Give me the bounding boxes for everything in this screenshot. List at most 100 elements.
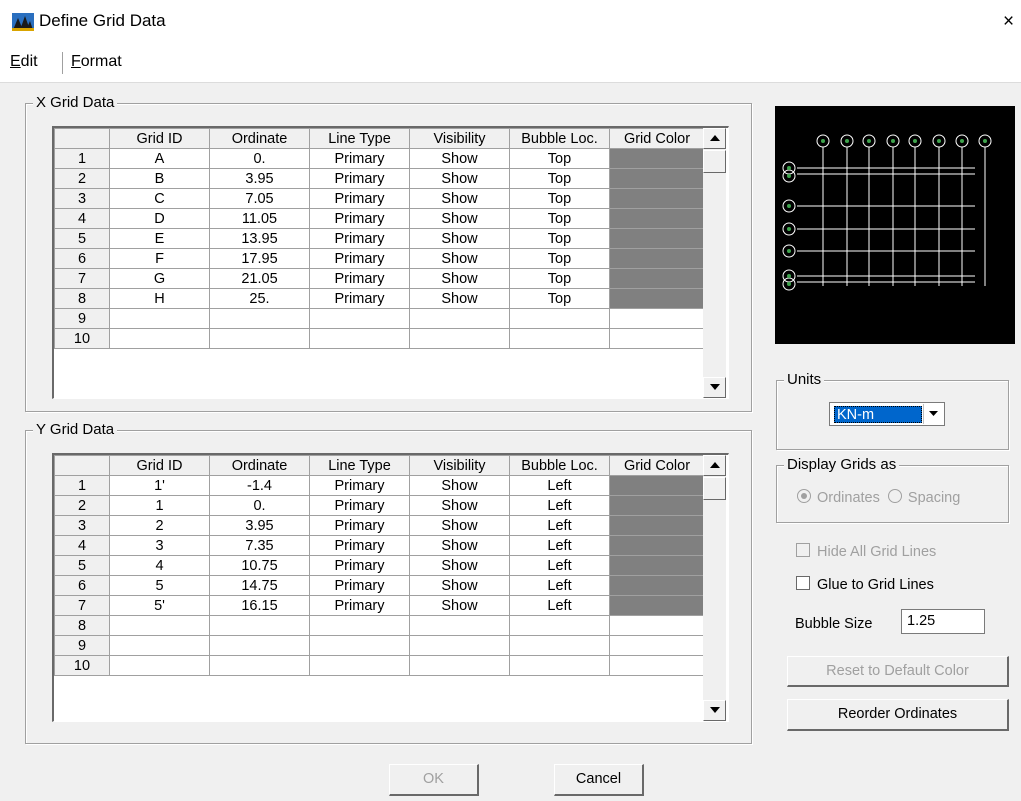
table-cell[interactable]: Show [409, 148, 510, 169]
table-cell[interactable]: Primary [309, 495, 410, 516]
table-cell[interactable]: Show [409, 228, 510, 249]
table-row[interactable]: 9 [54, 635, 705, 656]
row-header[interactable]: 6 [54, 575, 110, 596]
grid-color-cell[interactable] [609, 268, 705, 289]
table-cell[interactable]: Left [509, 575, 610, 596]
table-cell[interactable] [109, 635, 210, 656]
grid-color-cell[interactable] [609, 615, 705, 636]
column-header[interactable]: Visibility [409, 128, 510, 149]
glue-to-grid-lines-checkbox[interactable]: Glue to Grid Lines [796, 576, 934, 593]
row-header[interactable]: 2 [54, 168, 110, 189]
table-cell[interactable] [509, 655, 610, 676]
cancel-button[interactable]: Cancel [554, 764, 644, 796]
table-cell[interactable] [109, 308, 210, 329]
column-header[interactable]: Ordinate [209, 128, 310, 149]
table-row[interactable]: 10 [54, 655, 705, 676]
table-cell[interactable] [309, 328, 410, 349]
row-header[interactable]: 7 [54, 268, 110, 289]
table-cell[interactable]: E [109, 228, 210, 249]
scroll-up-icon[interactable] [703, 455, 726, 476]
table-row[interactable]: 4 D 11.05 Primary Show Top [54, 208, 705, 229]
row-header[interactable]: 4 [54, 535, 110, 556]
table-cell[interactable]: 3.95 [209, 168, 310, 189]
table-cell[interactable]: Top [509, 168, 610, 189]
column-header[interactable]: Line Type [309, 128, 410, 149]
table-cell[interactable]: Show [409, 535, 510, 556]
table-cell[interactable]: Show [409, 515, 510, 536]
table-cell[interactable]: 2 [109, 515, 210, 536]
ok-button[interactable]: OK [389, 764, 479, 796]
x-grid-scrollbar[interactable] [703, 128, 726, 398]
grid-color-cell[interactable] [609, 148, 705, 169]
grid-color-cell[interactable] [609, 208, 705, 229]
table-cell[interactable]: 0. [209, 495, 310, 516]
table-cell[interactable]: 3.95 [209, 515, 310, 536]
y-grid-scrollbar[interactable] [703, 455, 726, 721]
row-header[interactable]: 10 [54, 655, 110, 676]
column-header[interactable]: Bubble Loc. [509, 455, 610, 476]
table-cell[interactable] [309, 635, 410, 656]
close-icon[interactable]: × [996, 9, 1021, 35]
table-cell[interactable]: Left [509, 555, 610, 576]
grid-color-cell[interactable] [609, 228, 705, 249]
table-cell[interactable]: Show [409, 168, 510, 189]
grid-color-cell[interactable] [609, 248, 705, 269]
table-cell[interactable]: Top [509, 188, 610, 209]
table-cell[interactable]: Show [409, 555, 510, 576]
table-cell[interactable]: Top [509, 148, 610, 169]
table-row[interactable]: 5 4 10.75 Primary Show Left [54, 555, 705, 576]
table-cell[interactable]: 7.35 [209, 535, 310, 556]
table-cell[interactable]: Primary [309, 228, 410, 249]
table-cell[interactable]: Primary [309, 248, 410, 269]
table-row[interactable]: 10 [54, 328, 705, 349]
table-cell[interactable]: Show [409, 495, 510, 516]
table-cell[interactable] [209, 328, 310, 349]
table-row[interactable]: 9 [54, 308, 705, 329]
grid-color-cell[interactable] [609, 555, 705, 576]
scroll-thumb[interactable] [703, 477, 726, 500]
table-cell[interactable] [409, 635, 510, 656]
table-row[interactable]: 2 1 0. Primary Show Left [54, 495, 705, 516]
row-header[interactable]: 6 [54, 248, 110, 269]
column-header[interactable]: Grid ID [109, 455, 210, 476]
table-cell[interactable]: Primary [309, 555, 410, 576]
table-cell[interactable]: Left [509, 535, 610, 556]
table-cell[interactable]: Primary [309, 595, 410, 616]
table-cell[interactable]: Primary [309, 148, 410, 169]
table-row[interactable]: 7 5' 16.15 Primary Show Left [54, 595, 705, 616]
table-row[interactable]: 8 H 25. Primary Show Top [54, 288, 705, 309]
table-cell[interactable] [309, 615, 410, 636]
row-header[interactable]: 3 [54, 515, 110, 536]
row-header[interactable]: 8 [54, 288, 110, 309]
table-cell[interactable] [509, 635, 610, 656]
table-cell[interactable] [209, 655, 310, 676]
table-cell[interactable] [409, 615, 510, 636]
table-cell[interactable]: Primary [309, 575, 410, 596]
table-cell[interactable]: F [109, 248, 210, 269]
row-header[interactable]: 4 [54, 208, 110, 229]
table-cell[interactable] [109, 655, 210, 676]
column-header[interactable]: Grid Color [609, 455, 705, 476]
grid-color-cell[interactable] [609, 535, 705, 556]
table-cell[interactable] [109, 615, 210, 636]
row-header[interactable]: 1 [54, 475, 110, 496]
row-header[interactable]: 9 [54, 635, 110, 656]
grid-color-cell[interactable] [609, 475, 705, 496]
table-cell[interactable]: C [109, 188, 210, 209]
table-cell[interactable]: 13.95 [209, 228, 310, 249]
table-cell[interactable] [209, 615, 310, 636]
column-header[interactable]: Grid Color [609, 128, 705, 149]
table-cell[interactable]: Show [409, 288, 510, 309]
table-cell[interactable]: 1' [109, 475, 210, 496]
radio-ordinates[interactable]: Ordinates [797, 489, 880, 506]
radio-spacing[interactable]: Spacing [887, 489, 960, 506]
chevron-down-icon[interactable] [923, 404, 943, 424]
table-cell[interactable]: Show [409, 248, 510, 269]
table-cell[interactable]: Primary [309, 268, 410, 289]
table-row[interactable]: 1 1' -1.4 Primary Show Left [54, 475, 705, 496]
row-header[interactable]: 7 [54, 595, 110, 616]
table-cell[interactable] [509, 328, 610, 349]
row-header[interactable]: 2 [54, 495, 110, 516]
row-header[interactable]: 5 [54, 555, 110, 576]
table-row[interactable]: 3 2 3.95 Primary Show Left [54, 515, 705, 536]
